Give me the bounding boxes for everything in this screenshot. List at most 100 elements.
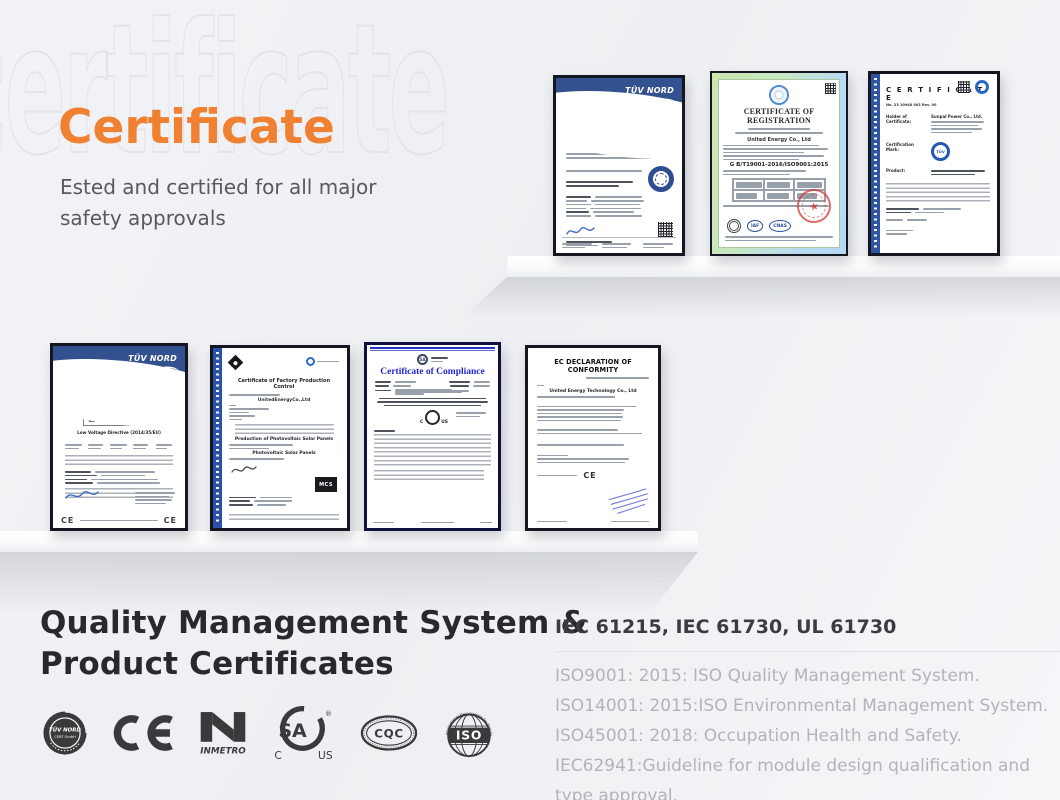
mcs-badge: MCS	[315, 477, 337, 492]
cert-org: UnitedEnergyCo.,Ltd	[229, 398, 339, 403]
signature-scribble	[231, 464, 257, 476]
ce-mark-right: CE	[164, 516, 177, 525]
cert-content: C E R T I F I C A T E No. 23 10948 003 R…	[886, 86, 990, 235]
svg-text:US: US	[318, 749, 333, 761]
italic-notice-lines	[377, 398, 488, 407]
issued-by-lines	[456, 410, 486, 419]
standards-item: ISO45001: 2018: Occupation Health and Sa…	[555, 721, 1060, 751]
cert-content: Certificate of Factory Production Contro…	[229, 378, 339, 460]
cert-title: Certificate of Factory Production Contro…	[229, 378, 339, 390]
csa-group-logo-icon: SA	[417, 354, 428, 365]
cert-detail-rows	[229, 494, 309, 508]
qr-code	[825, 83, 836, 94]
zqhx-medal-icon	[769, 85, 789, 105]
blue-rule	[370, 347, 495, 349]
standards-item: ISO9001: 2015: ISO Quality Management Sy…	[555, 661, 1060, 691]
signature-scribble	[65, 488, 99, 502]
section-heading: Quality Management System & Product Cert…	[40, 603, 588, 685]
tuv-certification-mark-icon: TÜV	[931, 142, 950, 161]
cert-tuv-nord-eu-directive[interactable]: TÜV NORD Certificate of conformity with …	[50, 343, 188, 531]
page-subtitle: Ested and certified for all major safety…	[60, 172, 376, 234]
accreditation-stamp-icon	[727, 219, 741, 233]
cert-registration[interactable]: CERTIFICATE OF REGISTRATION United Energ…	[710, 71, 848, 256]
tuv-round-logo-icon	[975, 80, 989, 94]
cqc-logo-icon: CQC	[360, 713, 418, 753]
cert-org: United Energy Co., Ltd	[723, 137, 835, 143]
svg-text:®: ®	[325, 710, 332, 718]
directive-name: Low Voltage Directive (2014/35/EU)	[53, 430, 185, 435]
ce-mark: CE	[583, 471, 596, 480]
standards-item: ISO14001: 2015:ISO Environmental Managem…	[555, 691, 1060, 721]
cert-tuv-nord-certificate[interactable]: TÜV NORD CERTIFICATE	[553, 75, 685, 256]
inmetro-logo-icon: INMETRO	[198, 705, 248, 761]
tuv-nord-logo: TÜV NORD	[625, 86, 674, 95]
standards-block: IEC 61215, IEC 61730, UL 61730 ISO9001: …	[555, 616, 1060, 800]
svg-text:C: C	[274, 749, 281, 761]
page-subtitle-line1: Ested and certified for all major	[60, 172, 376, 203]
tuv-blue-seal-icon	[648, 166, 674, 192]
holder-label: Holder of Certificate:	[886, 114, 926, 135]
section-heading-line1: Quality Management System &	[40, 603, 588, 644]
cert-title: Certificate of Compliance	[367, 367, 498, 377]
mark-label: Certification Mark:	[886, 142, 926, 161]
ce-mark-row: CE	[537, 471, 649, 480]
blue-stamp-scribble	[606, 486, 653, 517]
csa-logo-icon: SA ® C US	[272, 705, 336, 761]
cert-footer-lines	[229, 514, 339, 522]
blue-rule-thin	[370, 350, 495, 351]
cert-fields	[375, 381, 490, 395]
standards-heading: IEC 61215, IEC 61730, UL 61730	[555, 616, 1060, 652]
cert-body-lines: United Energy Technology Co., Ltd CE	[537, 377, 649, 480]
svg-text:CERT GmbH: CERT GmbH	[54, 735, 76, 739]
csa-mark-icon: C US	[425, 410, 440, 425]
csa-mark-row: C US	[367, 410, 498, 425]
address-lines	[135, 490, 175, 506]
scheme-logo	[306, 357, 339, 366]
cert-factory-production-control[interactable]: Certificate of Factory Production Contro…	[210, 345, 350, 531]
cert-detail-rows	[566, 194, 648, 219]
standards-item: IEC62941:Guideline for module design qua…	[555, 751, 1060, 800]
cert-footer-lines	[725, 234, 833, 243]
svg-text:ISO: ISO	[456, 729, 482, 743]
vertical-certificate-strip	[871, 74, 880, 253]
background-watermark: certificate	[0, 0, 447, 195]
cert-footer-lines	[562, 237, 676, 250]
scope-line-2: Photovoltaic Solar Panels	[229, 451, 339, 456]
scheme-logo-icon	[306, 357, 315, 366]
cert-title: CERTIFICATE OF REGISTRATION	[723, 107, 835, 125]
page-subtitle-line2: safety approvals	[60, 203, 376, 234]
section-heading-line2: Product Certificates	[40, 644, 588, 685]
tuv-nord-logo-icon: TÜV NORD CERT GmbH	[42, 710, 88, 756]
standards-list: ISO9001: 2015: ISO Quality Management Sy…	[555, 661, 1060, 800]
nqa-diamond-logo-icon	[228, 355, 244, 371]
cert-ec-declaration[interactable]: EC DECLARATION OF CONFORMITY United Ener…	[525, 345, 661, 531]
page-title: Certificate	[58, 100, 335, 155]
shelf-middle	[0, 531, 698, 552]
paragraph-lines	[886, 183, 990, 203]
certificate-page: certificate Certificate Ested and certif…	[0, 0, 1060, 800]
iso-logo-icon: International Organization for Standardi…	[442, 706, 496, 760]
cert-footer-lines	[373, 520, 492, 526]
cert-registration-inner: CERTIFICATE OF REGISTRATION United Energ…	[718, 79, 840, 248]
csa-group-logo: SA	[367, 354, 498, 365]
svg-text:INMETRO: INMETRO	[200, 746, 246, 756]
cert-title: EC DECLARATION OF CONFORMITY	[528, 358, 658, 374]
cert-tuv-rheinland[interactable]: C E R T I F I C A T E No. 23 10948 003 R…	[868, 71, 1000, 256]
cert-number: No. 23 10948 003 Rev. 00	[886, 103, 990, 107]
tuv-nord-banner: TÜV NORD	[556, 78, 682, 114]
holder-value: Sunpal Power Co., Ltd.	[931, 114, 990, 119]
accreditation-stamps: IAF CNAS	[727, 219, 791, 233]
ce-logo-icon	[112, 712, 174, 754]
qr-code	[658, 222, 673, 237]
svg-text:CQC: CQC	[374, 727, 403, 741]
scope-line-1: Production of Photovoltaic Solar Panels	[229, 437, 339, 442]
cert-org: United Energy Technology Co., Ltd	[537, 389, 649, 394]
cert-standard: G B/T19001-2016/ISO9001:2015	[723, 162, 835, 168]
tuv-nord-banner: TÜV NORD	[53, 346, 185, 382]
qr-code	[958, 81, 970, 93]
svg-text:SA: SA	[278, 720, 307, 742]
cert-csa-compliance[interactable]: SA Certificate of Compliance C US	[364, 342, 501, 531]
cert-footer-lines	[537, 521, 649, 523]
product-label: Product:	[886, 168, 926, 177]
svg-text:TÜV NORD: TÜV NORD	[49, 727, 81, 734]
